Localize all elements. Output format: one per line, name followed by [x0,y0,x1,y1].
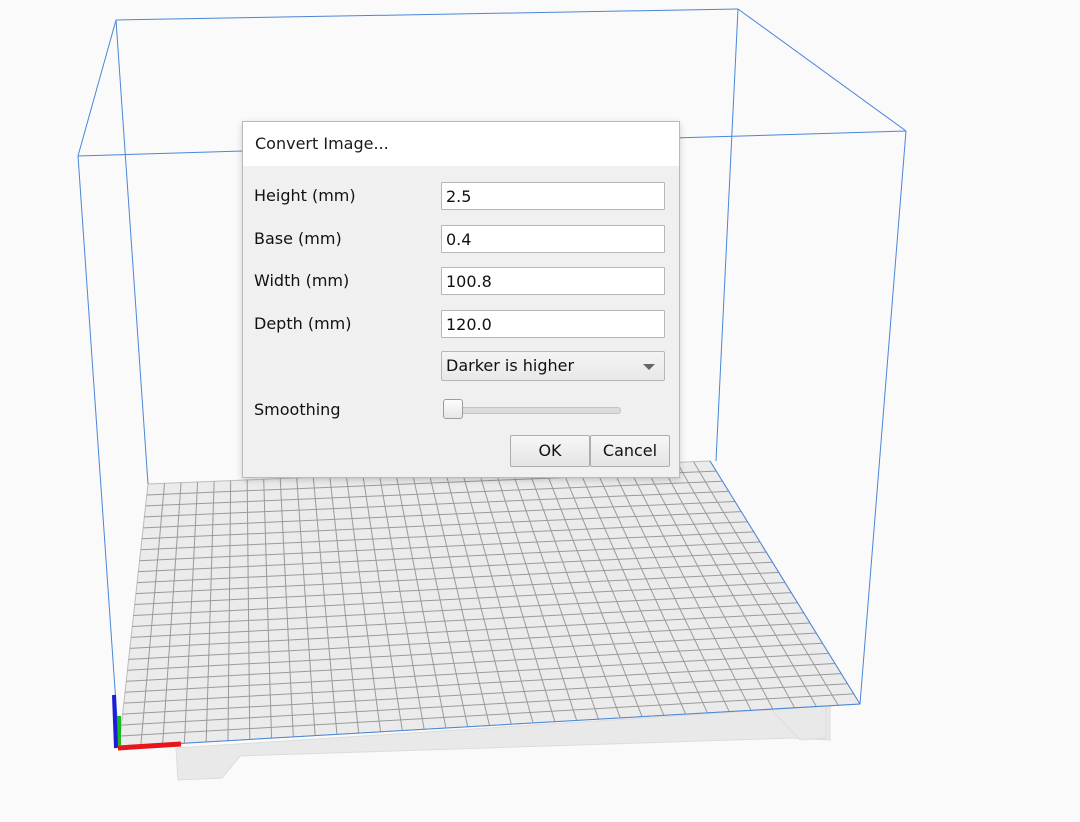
depth-label: Depth (mm) [254,314,352,333]
chevron-down-icon [643,364,655,370]
smoothing-slider-track[interactable] [443,407,621,414]
base-input[interactable] [441,225,665,253]
dialog-title: Convert Image... [243,122,679,166]
width-row: Width (mm) [243,267,679,295]
mode-row: Darker is higher [243,351,679,381]
depth-row: Depth (mm) [243,310,679,338]
height-mode-value: Darker is higher [446,356,575,375]
ok-button[interactable]: OK [510,435,590,467]
depth-input[interactable] [441,310,665,338]
height-row: Height (mm) [243,182,679,210]
height-input[interactable] [441,182,665,210]
convert-image-dialog: Convert Image... Height (mm) Base (mm) W… [242,121,680,478]
y-axis-indicator [112,694,118,749]
width-input[interactable] [441,267,665,295]
smoothing-slider-handle[interactable] [443,399,463,419]
height-label: Height (mm) [254,186,356,205]
width-label: Width (mm) [254,271,350,290]
smoothing-label: Smoothing [254,400,341,419]
smoothing-row: Smoothing [243,396,679,424]
base-label: Base (mm) [254,229,342,248]
cancel-button[interactable]: Cancel [590,435,670,467]
height-mode-select[interactable]: Darker is higher [441,351,665,381]
base-row: Base (mm) [243,225,679,253]
